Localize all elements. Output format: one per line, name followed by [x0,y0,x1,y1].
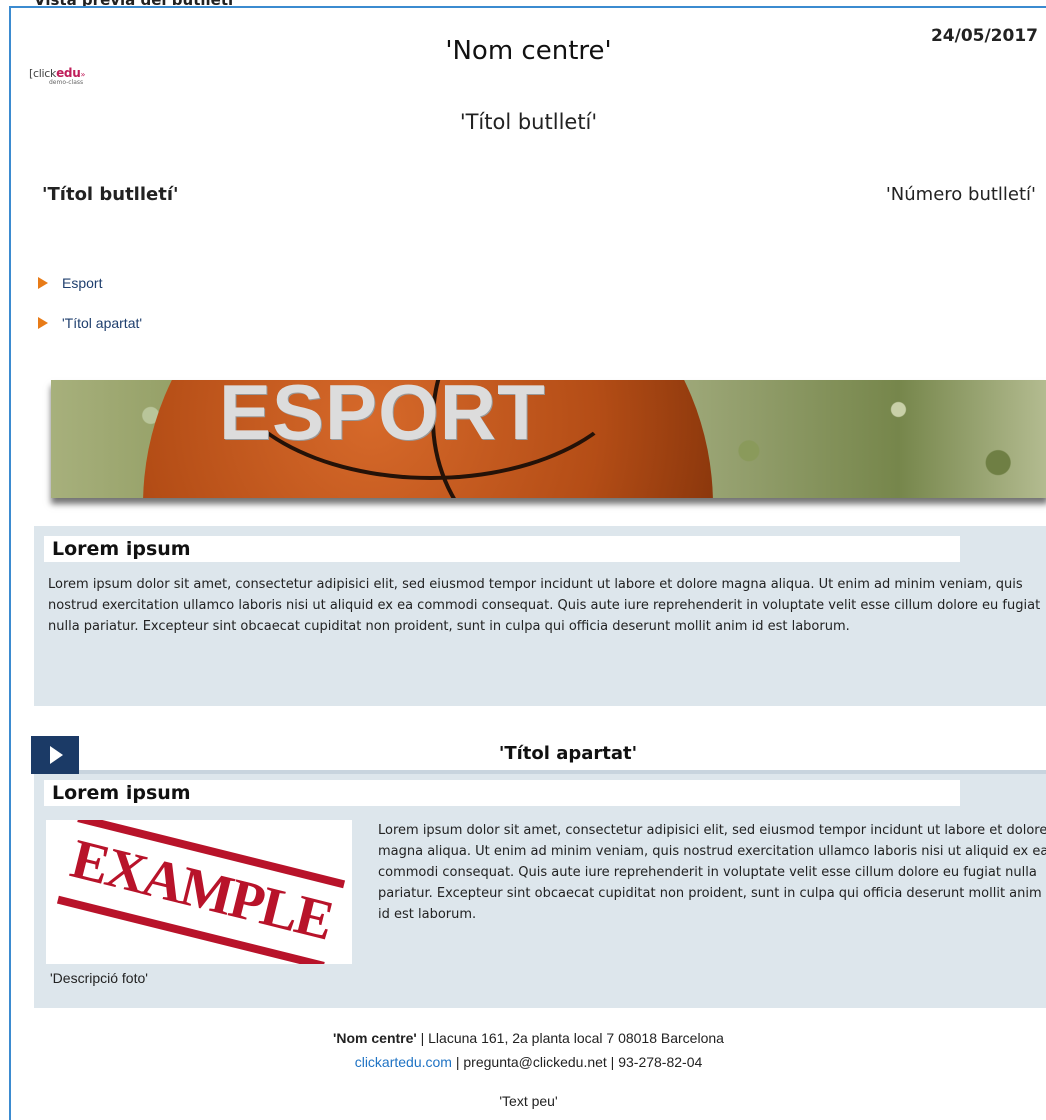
toc-arrow-icon [38,277,48,289]
section-heading-text: Lorem ipsum [52,782,191,804]
center-name-title: 'Nom centre' [445,36,612,66]
table-of-contents: Esport 'Títol apartat' [38,263,142,343]
newsletter-number: 'Número butlletí' [885,184,1036,205]
apartat-title: 'Títol apartat' [498,743,638,764]
clickedu-logo: [clickedu» demo-class [29,66,139,106]
toc-arrow-icon [38,317,48,329]
section-body: Lorem ipsum dolor sit amet, consectetur … [48,577,1041,634]
newsletter-footer: 'Nom centre' | Llacuna 161, 2a planta lo… [11,1026,1046,1113]
section-apartat: Lorem ipsum EXAMPLE 'Descripció foto' Lo… [34,774,1046,1008]
toc-item-label: 'Títol apartat' [62,315,143,331]
esport-banner-image: ESPORT [51,380,1046,498]
logo-brand: edu [56,66,81,80]
photo-caption: 'Descripció foto' [50,970,148,986]
section-heading: Lorem ipsum [44,780,960,806]
footer-address: | Llacuna 161, 2a planta local 7 08018 B… [416,1030,724,1046]
section-esport: Lorem ipsum Lorem ipsum dolor sit amet, … [34,526,1046,706]
banner-word: ESPORT [219,380,546,456]
logo-suffix: » [80,70,86,79]
apartat-header: 'Títol apartat' [31,736,1046,774]
newsletter-subtitle: 'Títol butlletí' [459,110,598,134]
footer-text-peu: 'Text peu' [499,1093,558,1109]
play-icon[interactable] [31,736,79,774]
toc-item-titol-apartat[interactable]: 'Títol apartat' [38,303,142,343]
footer-website-link[interactable]: clickartedu.com [355,1054,452,1070]
logo-subtext: demo-class [49,79,84,86]
toc-item-label: Esport [62,275,103,291]
section-heading: Lorem ipsum [44,536,960,562]
example-photo: EXAMPLE [46,820,352,964]
section-heading-text: Lorem ipsum [52,538,191,560]
section-body: Lorem ipsum dolor sit amet, consectetur … [378,823,1046,922]
newsletter-title: 'Títol butlletí' [42,184,179,205]
newsletter-preview: 24/05/2017 [clickedu» demo-class 'Nom ce… [9,6,1046,1120]
stamp-text: EXAMPLE [64,827,339,953]
toc-item-esport[interactable]: Esport [38,263,142,303]
footer-center-name: 'Nom centre' [333,1030,417,1046]
footer-contact: | pregunta@clickedu.net | 93-278-82-04 [451,1054,703,1070]
example-stamp: EXAMPLE [56,820,346,964]
titles-row: 'Títol butlletí' 'Número butlletí' [42,184,1036,212]
